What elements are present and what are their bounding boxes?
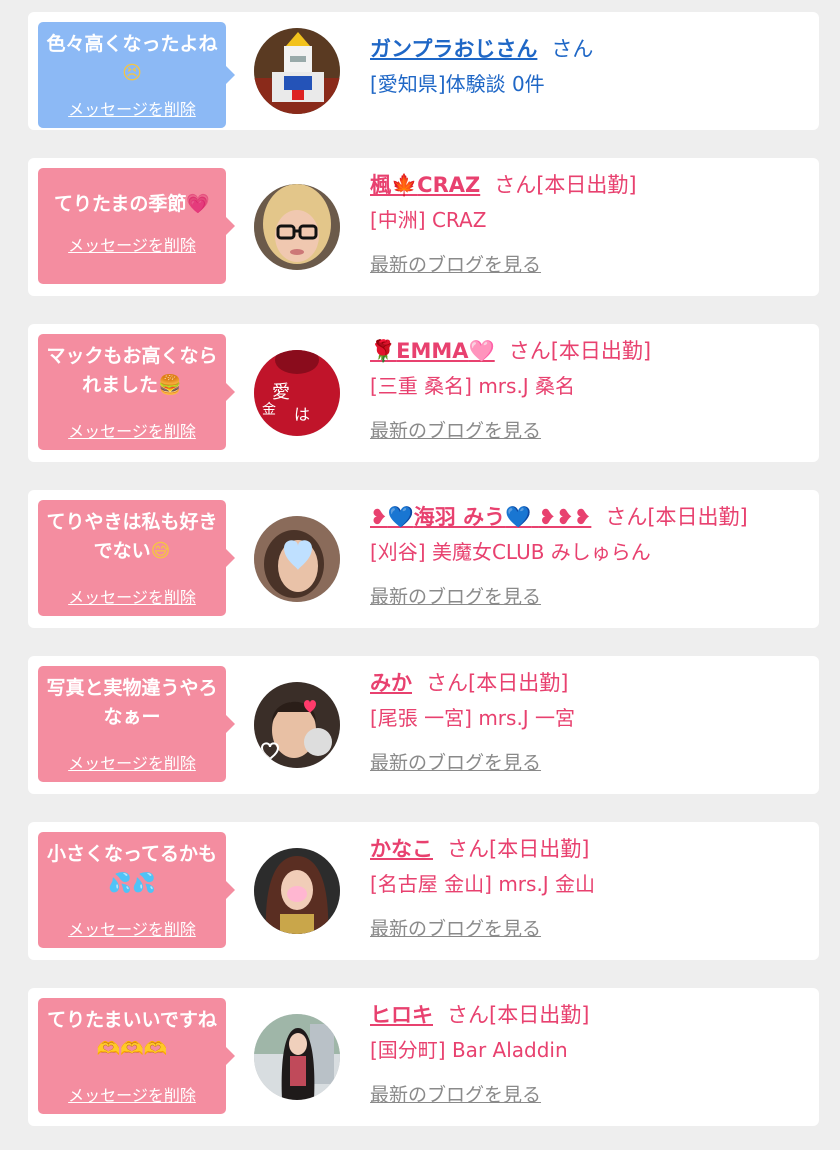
avatar[interactable] — [254, 848, 340, 934]
delete-message-link[interactable]: メッセージを削除 — [38, 232, 226, 256]
profile-info: 楓🍁CRAZ さん[本日出勤] [中洲] CRAZ 最新のブログを見る — [370, 168, 809, 282]
heart-hands-icon: 🫶🫶🫶 — [96, 1038, 168, 1060]
svg-text:金: 金 — [262, 402, 276, 418]
message-bubble: 小さくなってるかも💦💦 メッセージを削除 — [38, 832, 235, 948]
delete-message-link[interactable]: メッセージを削除 — [38, 1082, 226, 1106]
message-bubble: てりたまの季節💗 メッセージを削除 — [38, 168, 235, 284]
message-text: 色々高くなったよね😣 — [46, 33, 218, 84]
profile-name-link[interactable]: かなこ — [370, 837, 433, 861]
standing-woman-avatar-icon — [254, 1014, 340, 1100]
name-suffix: さん[本日出勤] — [494, 173, 637, 197]
avatar[interactable] — [254, 516, 340, 602]
avatar[interactable] — [254, 184, 340, 270]
profile-detail: [名古屋 金山] mrs.J 金山 — [370, 872, 596, 896]
message-bubble: てりたまいいですね🫶🫶🫶 メッセージを削除 — [38, 998, 235, 1114]
list-item: てりたまの季節💗 メッセージを削除 楓🍁CRAZ さん[本日出勤] [中洲] CR… — [28, 158, 819, 296]
message-bubble: マックもお高くなられました🍔 メッセージを削除 — [38, 334, 235, 450]
avatar[interactable] — [254, 682, 340, 768]
message-text: てりやきは私も好きでない😅 — [46, 511, 218, 562]
ribbon-hearts-icon: ❥❥❥ — [538, 505, 592, 529]
rose-icon: 🌹 — [370, 339, 397, 363]
delete-message-link[interactable]: メッセージを削除 — [38, 96, 226, 120]
sweat-smile-icon: 😅 — [150, 540, 171, 562]
heart-icon: 💗 — [186, 193, 211, 215]
profile-name-link[interactable]: 🌹EMMA🩷 — [370, 339, 495, 363]
avatar[interactable] — [254, 1014, 340, 1100]
list-item: てりやきは私も好きでない😅 メッセージを削除 ❥💙海羽 みう💙 ❥❥❥ さん[本日… — [28, 490, 819, 628]
svg-text:は: は — [294, 405, 310, 424]
profile-info: 🌹EMMA🩷 さん[本日出勤] [三重 桑名] mrs.J 桑名 最新のブログを見… — [370, 334, 809, 448]
latest-blog-link[interactable]: 最新のブログを見る — [370, 1084, 541, 1106]
list-item: てりたまいいですね🫶🫶🫶 メッセージを削除 ヒロキ さん[本日出勤] [国分町] … — [28, 988, 819, 1126]
profile-detail: [刈谷] 美魔女CLUB みしゅらん — [370, 540, 651, 564]
message-text: てりたまの季節💗 — [53, 193, 211, 215]
name-suffix: さん[本日出勤] — [447, 1003, 590, 1027]
delete-message-link[interactable]: メッセージを削除 — [38, 916, 226, 940]
latest-blog-link[interactable]: 最新のブログを見る — [370, 420, 541, 442]
pink-heart-icon: 🩷 — [468, 339, 495, 363]
selfie-stickers-avatar-icon — [254, 682, 340, 768]
maple-leaf-icon: 🍁 — [391, 173, 418, 197]
message-text: 写真と実物違うやろなぁー — [46, 677, 218, 728]
message-bubble: 色々高くなったよね😣 メッセージを削除 — [38, 22, 235, 128]
profile-name-link[interactable]: ❥💙海羽 みう💙 ❥❥❥ — [370, 505, 591, 529]
name-suffix: さん[本日出勤] — [426, 671, 569, 695]
sweat-drops-icon: 💦💦 — [108, 872, 156, 894]
latest-blog-link[interactable]: 最新のブログを見る — [370, 254, 541, 276]
long-hair-woman-avatar-icon — [254, 848, 340, 934]
message-list: 色々高くなったよね😣 メッセージを削除 ガンプラおじさん さん [愛知県]体験談 … — [0, 0, 840, 1150]
list-item: マックもお高くなられました🍔 メッセージを削除 愛 金 は 🌹EMMA🩷 さん[本… — [28, 324, 819, 462]
ribbon-heart-icon: ❥ — [370, 505, 388, 529]
burger-icon: 🍔 — [158, 374, 182, 396]
blurred-face-avatar-icon — [254, 516, 340, 602]
message-bubble: 写真と実物違うやろなぁー メッセージを削除 — [38, 666, 235, 782]
profile-name-link[interactable]: みか — [370, 671, 412, 695]
message-text: マックもお高くなられました🍔 — [46, 345, 218, 396]
blue-heart-icon: 💙 — [505, 505, 532, 529]
name-suffix: さん[本日出勤] — [508, 339, 652, 363]
message-text: てりたまいいですね🫶🫶🫶 — [47, 1009, 217, 1060]
gundam-avatar-icon — [254, 28, 340, 114]
delete-message-link[interactable]: メッセージを削除 — [38, 750, 226, 774]
profile-info: みか さん[本日出勤] [尾張 一宮] mrs.J 一宮 最新のブログを見る — [370, 666, 809, 780]
delete-message-link[interactable]: メッセージを削除 — [38, 584, 226, 608]
avatar[interactable]: 愛 金 は — [254, 350, 340, 436]
profile-info: ガンプラおじさん さん [愛知県]体験談 0件 — [370, 32, 809, 102]
profile-info: ❥💙海羽 みう💙 ❥❥❥ さん[本日出勤] [刈谷] 美魔女CLUB みしゅらん … — [370, 500, 809, 614]
latest-blog-link[interactable]: 最新のブログを見る — [370, 752, 541, 774]
glasses-woman-avatar-icon — [254, 184, 340, 270]
profile-detail: [尾張 一宮] mrs.J 一宮 — [370, 706, 576, 730]
name-suffix: さん[本日出勤] — [605, 505, 748, 529]
name-suffix: さん[本日出勤] — [447, 837, 590, 861]
profile-name-link[interactable]: ヒロキ — [370, 1003, 433, 1027]
profile-detail: [中洲] CRAZ — [370, 208, 487, 232]
avatar[interactable] — [254, 28, 340, 114]
list-item: 写真と実物違うやろなぁー メッセージを削除 みか さん[本日出勤] [尾張 一宮]… — [28, 656, 819, 794]
list-item: 小さくなってるかも💦💦 メッセージを削除 かなこ さん[本日出勤] [名古屋 金山… — [28, 822, 819, 960]
message-bubble: てりやきは私も好きでない😅 メッセージを削除 — [38, 500, 235, 616]
profile-detail: [国分町] Bar Aladdin — [370, 1038, 568, 1062]
latest-blog-link[interactable]: 最新のブログを見る — [370, 586, 541, 608]
profile-detail: [愛知県]体験談 0件 — [370, 72, 545, 96]
profile-info: ヒロキ さん[本日出勤] [国分町] Bar Aladdin 最新のブログを見る — [370, 998, 809, 1112]
sad-face-icon: 😣 — [122, 62, 142, 84]
profile-name-link[interactable]: 楓🍁CRAZ — [370, 173, 480, 197]
name-suffix: さん — [551, 37, 594, 61]
profile-detail: [三重 桑名] mrs.J 桑名 — [370, 374, 576, 398]
latest-blog-link[interactable]: 最新のブログを見る — [370, 918, 541, 940]
blue-heart-icon: 💙 — [387, 505, 414, 529]
svg-text:愛: 愛 — [272, 382, 290, 403]
profile-name-link[interactable]: ガンプラおじさん — [370, 37, 537, 61]
profile-info: かなこ さん[本日出勤] [名古屋 金山] mrs.J 金山 最新のブログを見る — [370, 832, 809, 946]
red-sweater-avatar-icon: 愛 金 は — [254, 350, 340, 436]
list-item: 色々高くなったよね😣 メッセージを削除 ガンプラおじさん さん [愛知県]体験談 … — [28, 12, 819, 130]
delete-message-link[interactable]: メッセージを削除 — [38, 418, 226, 442]
message-text: 小さくなってるかも💦💦 — [46, 843, 218, 894]
